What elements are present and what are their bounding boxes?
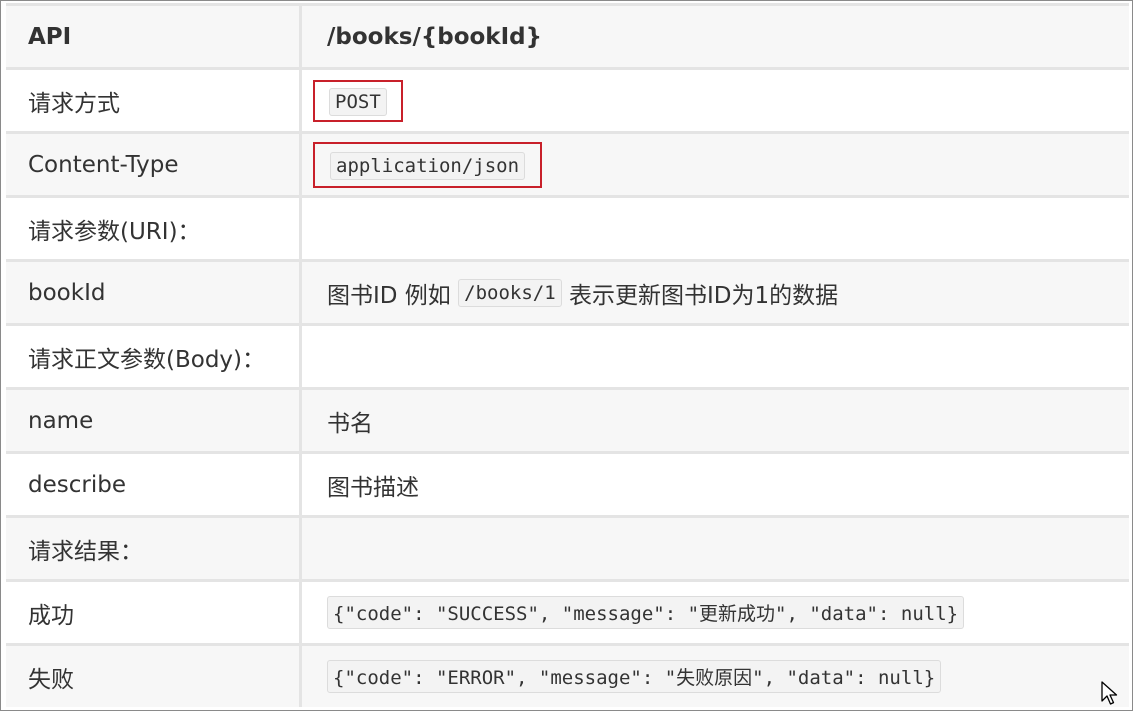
content-type-value: application/json [330,151,526,180]
method-label: 请求方式 [6,70,302,131]
book-id-label: bookId [6,262,302,323]
name-label: name [6,390,302,451]
success-response-code: {"code": "SUCCESS", "message": "更新成功", "… [327,596,965,629]
table-row-header: API /books/{bookId} [6,3,1129,67]
api-header-label: API [6,6,302,67]
content-type-highlight-box: application/json [313,141,543,188]
book-id-description: 图书ID 例如 /books/1 表示更新图书ID为1的数据 [302,262,1129,323]
method-highlight-box: POST [313,79,403,122]
table-row-book-id: bookId 图书ID 例如 /books/1 表示更新图书ID为1的数据 [6,259,1129,323]
book-id-example-code: /books/1 [458,278,562,307]
success-label: 成功 [6,582,302,643]
table-row-method: 请求方式 POST [6,67,1129,131]
body-params-value [302,326,1129,387]
table-row-content-type: Content-Type application/json [6,131,1129,195]
mouse-pointer-icon [1101,681,1118,705]
table-row-body-params: 请求正文参数(Body)： [6,323,1129,387]
table-row-uri-params: 请求参数(URI)： [6,195,1129,259]
name-value: 书名 [302,390,1129,451]
api-path: /books/{bookId} [302,6,1129,67]
table-row-failure: 失败 {"code": "ERROR", "message": "失败原因", … [6,643,1129,707]
result-value [302,518,1129,579]
content-type-label: Content-Type [6,134,302,195]
table-row-result: 请求结果： [6,515,1129,579]
failure-label: 失败 [6,646,302,707]
result-label: 请求结果： [6,518,302,579]
method-value: POST [329,87,387,116]
describe-value: 图书描述 [302,454,1129,515]
describe-label: describe [6,454,302,515]
table-row-describe: describe 图书描述 [6,451,1129,515]
table-row-success: 成功 {"code": "SUCCESS", "message": "更新成功"… [6,579,1129,643]
book-id-text-after: 表示更新图书ID为1的数据 [561,282,839,309]
uri-params-value [302,198,1129,259]
uri-params-label: 请求参数(URI)： [6,198,302,259]
failure-response-code: {"code": "ERROR", "message": "失败原因", "da… [327,660,942,693]
table-row-name: name 书名 [6,387,1129,451]
api-table: API /books/{bookId} 请求方式 POST Content-Ty… [6,3,1129,707]
body-params-label: 请求正文参数(Body)： [6,326,302,387]
api-doc-screenshot: API /books/{bookId} 请求方式 POST Content-Ty… [0,0,1133,711]
book-id-text-before: 图书ID 例如 [327,282,459,309]
